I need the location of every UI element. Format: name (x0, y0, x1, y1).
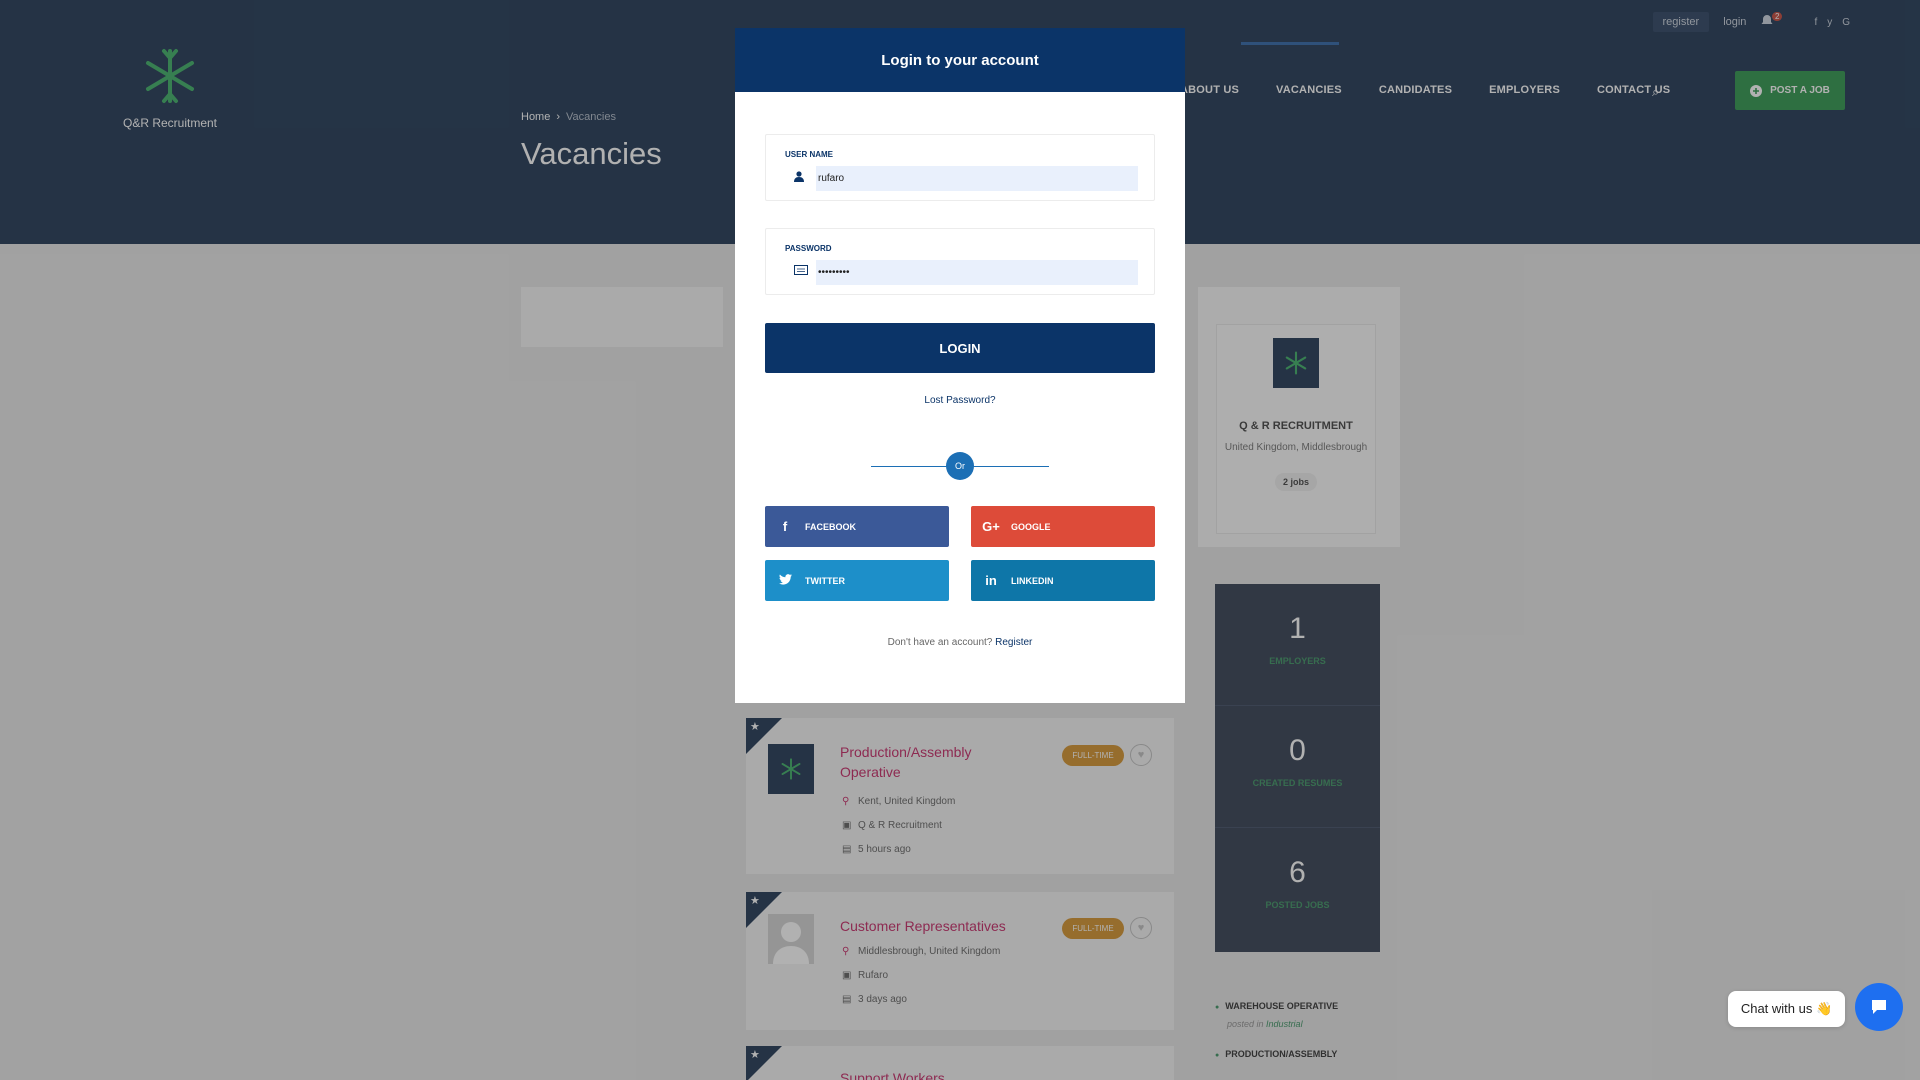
twitter-bird-icon (765, 573, 805, 588)
facebook-login-button[interactable]: f FACEBOOK (765, 506, 949, 547)
password-label: PASSWORD (785, 244, 832, 253)
twitter-login-button[interactable]: TWITTER (765, 560, 949, 601)
chat-prompt[interactable]: Chat with us 👋 (1728, 991, 1845, 1027)
linkedin-login-button[interactable]: in LINKEDIN (971, 560, 1155, 601)
chat-button[interactable] (1855, 983, 1903, 1031)
google-label: GOOGLE (1011, 521, 1051, 532)
username-field: USER NAME (765, 134, 1155, 201)
no-account-label: Don't have an account? (887, 637, 993, 648)
or-badge: Or (946, 452, 974, 480)
username-label: USER NAME (785, 150, 834, 159)
facebook-icon: f (782, 519, 788, 534)
login-button[interactable]: LOGIN (765, 323, 1155, 373)
user-icon (794, 171, 804, 185)
facebook-label: FACEBOOK (805, 521, 857, 532)
twitter-label: TWITTER (805, 575, 845, 586)
no-account-text: Don't have an account? Register (735, 637, 1185, 648)
keyboard-icon (794, 265, 808, 278)
modal-title: Login to your account (735, 28, 1185, 92)
linkedin-icon: in (985, 573, 997, 588)
password-field: PASSWORD (765, 228, 1155, 295)
username-input[interactable] (816, 166, 1138, 191)
register-link[interactable]: Register (995, 637, 1032, 648)
login-modal: Login to your account USER NAME PASSWORD… (735, 28, 1185, 703)
chat-bubble-icon (1872, 1000, 1886, 1014)
linkedin-label: LINKEDIN (1011, 575, 1054, 586)
lost-password-link[interactable]: Lost Password? (735, 395, 1185, 406)
google-plus-icon: G+ (982, 519, 1000, 534)
google-login-button[interactable]: G+ GOOGLE (971, 506, 1155, 547)
password-input[interactable] (816, 260, 1138, 285)
